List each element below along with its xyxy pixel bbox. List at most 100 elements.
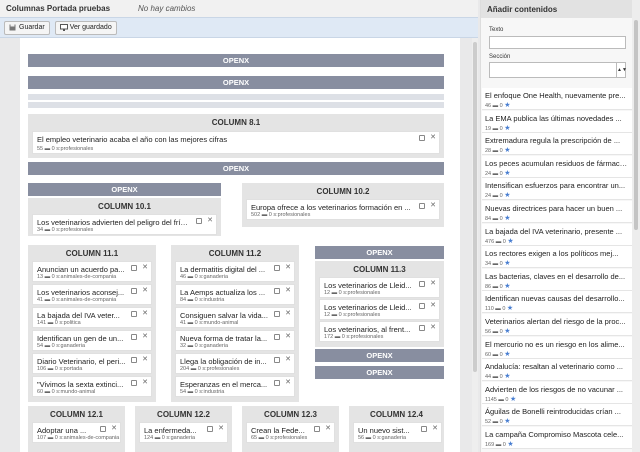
close-icon[interactable]: ✕ [285, 264, 291, 271]
close-icon[interactable]: ✕ [430, 134, 436, 141]
content-card[interactable]: Llega la obligación de in... 204 ▬ 0 s:pr… [175, 353, 295, 374]
content-card[interactable]: La enfermeda... 124 ▬ 0 s:ganaderia ✕ [139, 422, 228, 443]
star-icon[interactable]: ★ [504, 170, 510, 177]
scrollbar-thumb[interactable] [473, 42, 477, 372]
openx-bar[interactable]: OPENX [315, 349, 444, 362]
edit-icon[interactable] [131, 357, 138, 363]
openx-bar[interactable]: OPENX [315, 366, 444, 379]
edit-icon[interactable] [274, 265, 281, 271]
openx-bar[interactable]: OPENX [28, 162, 444, 175]
star-icon[interactable]: ★ [507, 305, 513, 312]
list-item[interactable]: Veterinarios alertan del riesgo de la pr… [482, 314, 632, 336]
list-item[interactable]: La campaña Compromiso Mascota cele... 169… [482, 427, 632, 449]
star-icon[interactable]: ★ [504, 328, 510, 335]
star-icon[interactable]: ★ [504, 147, 510, 154]
content-card[interactable]: Los veterinarios de Lleid... 12 ▬ 0 s:pro… [319, 299, 440, 320]
close-icon[interactable]: ✕ [285, 333, 291, 340]
openx-bar[interactable]: OPENX [315, 246, 444, 259]
close-icon[interactable]: ✕ [285, 379, 291, 386]
edit-icon[interactable] [131, 311, 138, 317]
content-card[interactable]: La bajada del IVA veter... 141 ▬ 0 s:poli… [32, 307, 152, 328]
edit-icon[interactable] [100, 426, 107, 432]
list-item[interactable]: Intensifican esfuerzos para encontrar un… [482, 178, 632, 201]
section-select[interactable]: ▲▼ [489, 62, 627, 78]
list-item[interactable]: El mercurio no es un riesgo en los alime… [482, 336, 632, 359]
list-item[interactable]: Identifican nuevas causas del desarrollo… [482, 291, 632, 314]
content-card[interactable]: Los veterinarios advierten del peligro d… [32, 214, 217, 235]
list-item[interactable]: La EMA publica las últimas novedades ...… [482, 110, 632, 133]
edit-icon[interactable] [419, 325, 426, 331]
edit-icon[interactable] [131, 265, 138, 271]
close-icon[interactable]: ✕ [207, 217, 213, 224]
content-card[interactable]: Crean la Fede... 65 ▬ 0 s:profesionales ✕ [246, 422, 335, 443]
list-item[interactable]: Las bacterias, claves en el desarrollo d… [482, 268, 632, 291]
content-card[interactable]: El empleo veterinario acaba el año con l… [32, 131, 440, 154]
close-icon[interactable]: ✕ [142, 310, 148, 317]
close-icon[interactable]: ✕ [142, 379, 148, 386]
close-icon[interactable]: ✕ [430, 302, 436, 309]
star-icon[interactable]: ★ [504, 125, 510, 132]
content-card[interactable]: Nueva forma de tratar la... 32 ▬ 0 s:gana… [175, 330, 295, 351]
edit-icon[interactable] [419, 135, 426, 141]
close-icon[interactable]: ✕ [285, 310, 291, 317]
list-item[interactable]: Extremadura regula la prescripción de ..… [482, 133, 632, 156]
list-item[interactable]: Andalucía: resaltan al veterinario como … [482, 359, 632, 382]
content-card[interactable]: La Aemps actualiza los ... 84 ▬ 0 s:indus… [175, 284, 295, 305]
view-saved-button[interactable]: Ver guardado [54, 20, 117, 35]
close-icon[interactable]: ✕ [325, 425, 331, 432]
edit-icon[interactable] [196, 218, 203, 224]
openx-bar[interactable]: OPENX [28, 54, 444, 67]
star-icon[interactable]: ★ [510, 396, 516, 403]
list-item[interactable]: Los rectores exigen a los políticos mej.… [482, 246, 632, 269]
star-icon[interactable]: ★ [507, 441, 513, 448]
list-item[interactable]: La bajada del IVA veterinario, presente … [482, 223, 632, 246]
edit-icon[interactable] [274, 311, 281, 317]
close-icon[interactable]: ✕ [142, 287, 148, 294]
content-card[interactable]: Los veterinarios, al frent... 172 ▬ 0 s:p… [319, 321, 440, 342]
edit-icon[interactable] [419, 203, 426, 209]
close-icon[interactable]: ✕ [218, 425, 224, 432]
close-icon[interactable]: ✕ [430, 202, 436, 209]
content-card[interactable]: Adoptar una ... 107 ▬ 0 s:animales-de-com… [32, 422, 121, 443]
text-search-input[interactable] [489, 36, 626, 49]
content-card[interactable]: Esperanzas en el merca... 54 ▬ 0 s:indust… [175, 376, 295, 397]
star-icon[interactable]: ★ [504, 283, 510, 290]
edit-icon[interactable] [274, 380, 281, 386]
openx-bar[interactable]: OPENX [28, 183, 221, 196]
panel-scrollbar[interactable] [632, 0, 640, 452]
edit-icon[interactable] [274, 357, 281, 363]
edit-icon[interactable] [419, 281, 426, 287]
star-icon[interactable]: ★ [504, 192, 510, 199]
edit-icon[interactable] [421, 426, 428, 432]
content-card[interactable]: Un nuevo sist... 56 ▬ 0 s:ganaderia ✕ [353, 422, 442, 443]
edit-icon[interactable] [131, 288, 138, 294]
close-icon[interactable]: ✕ [111, 425, 117, 432]
star-icon[interactable]: ★ [504, 351, 510, 358]
close-icon[interactable]: ✕ [430, 280, 436, 287]
close-icon[interactable]: ✕ [432, 425, 438, 432]
content-card[interactable]: Los veterinarios aconsej... 41 ▬ 0 s:anim… [32, 284, 152, 305]
canvas-scrollbar[interactable] [472, 38, 478, 452]
content-card[interactable]: Los veterinarios de Lleid... 12 ▬ 0 s:pro… [319, 277, 440, 298]
openx-bar[interactable]: OPENX [28, 76, 444, 89]
edit-icon[interactable] [314, 426, 321, 432]
star-icon[interactable]: ★ [504, 215, 510, 222]
save-button[interactable]: Guardar [4, 20, 50, 35]
content-card[interactable]: Europa ofrece a los veterinarios formaci… [246, 199, 440, 220]
edit-icon[interactable] [274, 334, 281, 340]
content-card[interactable]: Identifican un gen de un... 54 ▬ 0 s:gana… [32, 330, 152, 351]
close-icon[interactable]: ✕ [430, 324, 436, 331]
scrollbar-thumb[interactable] [634, 20, 638, 230]
star-icon[interactable]: ★ [504, 102, 510, 109]
list-item[interactable]: Los peces acumulan residuos de fármacos.… [482, 155, 632, 178]
list-item[interactable]: Nuevas directrices para hacer un buen ..… [482, 201, 632, 223]
close-icon[interactable]: ✕ [285, 287, 291, 294]
star-icon[interactable]: ★ [507, 238, 513, 245]
list-item[interactable]: Águilas de Bonelli reintroducidas crían … [482, 404, 632, 427]
edit-icon[interactable] [131, 380, 138, 386]
content-card[interactable]: Anuncian un acuerdo pa... 13 ▬ 0 s:animal… [32, 261, 152, 282]
close-icon[interactable]: ✕ [142, 356, 148, 363]
content-card[interactable]: La dermatitis digital del ... 46 ▬ 0 s:ga… [175, 261, 295, 282]
content-card[interactable]: Diario Veterinario, el peri... 106 ▬ 0 s:… [32, 353, 152, 374]
edit-icon[interactable] [207, 426, 214, 432]
